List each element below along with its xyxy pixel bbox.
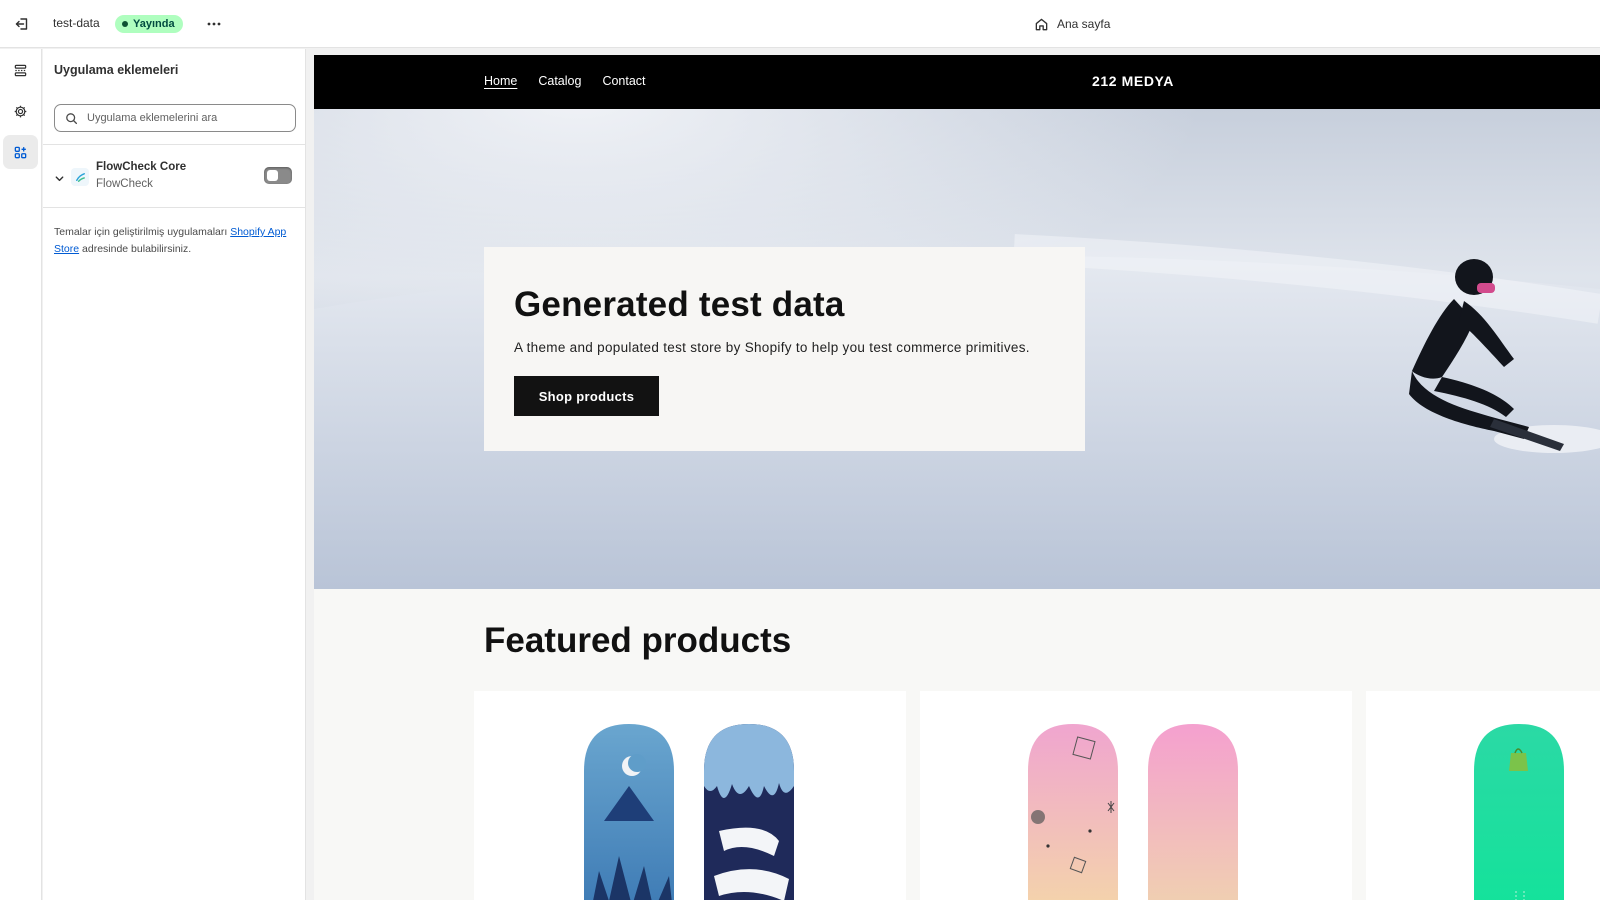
preview-frame: Home Catalog Contact 212 MEDYA Generated…: [314, 55, 1600, 900]
store-logo[interactable]: 212 MEDYA: [1092, 73, 1174, 89]
status-dot: [122, 21, 128, 27]
exit-icon: [15, 18, 28, 30]
nav-link-catalog[interactable]: Catalog: [538, 74, 581, 88]
snowboard-green-image: [1474, 724, 1564, 900]
product-card[interactable]: [1366, 691, 1600, 900]
expand-button[interactable]: [52, 171, 66, 185]
page-selector[interactable]: Ana sayfa: [1034, 12, 1110, 36]
divider: [43, 207, 306, 208]
nav-link-contact[interactable]: Contact: [602, 74, 645, 88]
page-selector-label: Ana sayfa: [1057, 17, 1111, 31]
nav-link-home[interactable]: Home: [484, 74, 517, 88]
status-badge-label: Yayında: [133, 18, 175, 30]
divider: [43, 144, 306, 145]
product-card[interactable]: [474, 691, 906, 900]
store-nav: Home Catalog Contact: [484, 74, 646, 88]
chevron-down-icon: [55, 175, 63, 181]
sections-icon: [14, 64, 27, 76]
search-field[interactable]: [54, 104, 296, 132]
shop-products-button[interactable]: Shop products: [514, 376, 659, 416]
toggle-knob: [267, 170, 278, 181]
exit-button[interactable]: [8, 10, 36, 38]
snowboard-blue-image: [584, 724, 794, 900]
hero-banner: Generated test data A theme and populate…: [314, 109, 1600, 589]
app-embeds-icon: [14, 146, 27, 158]
more-actions-button[interactable]: [200, 10, 228, 38]
more-icon: [207, 22, 221, 26]
store-preview: Home Catalog Contact 212 MEDYA Generated…: [307, 49, 1600, 900]
help-text-after: adresinde bulabilirsiniz.: [79, 243, 192, 255]
theme-settings-tab[interactable]: [3, 94, 38, 128]
flowcheck-logo-icon: [71, 168, 89, 186]
hero-subtitle: A theme and populated test store by Shop…: [514, 340, 1030, 355]
app-embed-name: FlowCheck Core: [96, 161, 187, 173]
help-text: Temalar için geliştirilmiş uygulamaları …: [54, 224, 294, 258]
help-text-before: Temalar için geliştirilmiş uygulamaları: [54, 226, 231, 238]
product-card[interactable]: [920, 691, 1352, 900]
gear-icon: [14, 105, 27, 117]
search-icon: [66, 112, 78, 124]
app-embed-row: FlowCheck Core FlowCheck: [43, 147, 306, 209]
app-embed-toggle[interactable]: [264, 167, 292, 184]
featured-products-title: Featured products: [484, 621, 792, 660]
status-badge: Yayında: [115, 15, 183, 33]
hero-title: Generated test data: [514, 285, 845, 324]
hero-card: Generated test data A theme and populate…: [484, 247, 1085, 451]
snowboard-pastel-image: [1028, 724, 1238, 900]
app-embed-vendor: FlowCheck: [96, 178, 153, 190]
sections-tab[interactable]: [3, 53, 38, 87]
app-embeds-tab[interactable]: [3, 135, 38, 169]
search-input[interactable]: [87, 112, 287, 124]
panel-title: Uygulama eklemeleri: [54, 63, 179, 77]
app-embeds-panel: Uygulama eklemeleri FlowCheck Core FlowC…: [43, 49, 306, 900]
home-icon: [1035, 18, 1048, 30]
editor-icon-rail: [0, 49, 42, 900]
store-header: Home Catalog Contact 212 MEDYA: [314, 55, 1600, 109]
theme-name: test-data: [53, 16, 100, 30]
top-bar: test-data Yayında Ana sayfa: [0, 0, 1600, 48]
